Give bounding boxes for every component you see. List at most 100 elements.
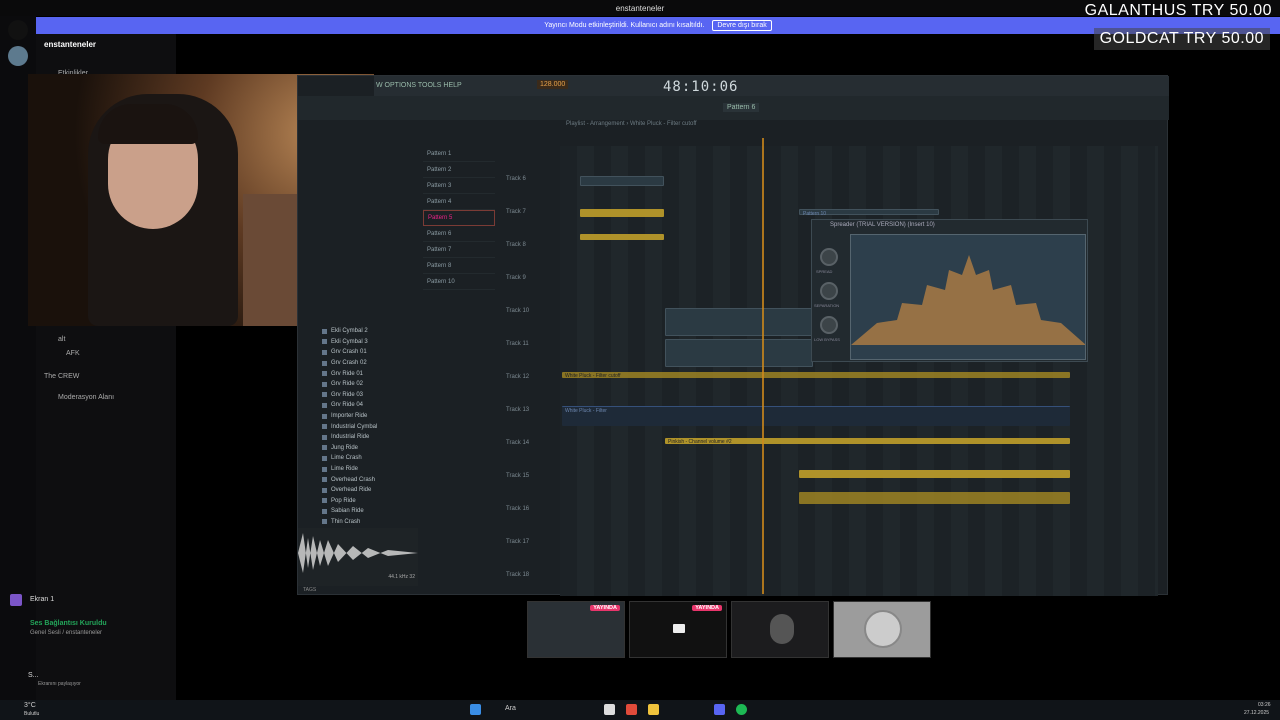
pattern-clip[interactable] bbox=[580, 176, 664, 186]
voice-user-1[interactable]: alt bbox=[58, 336, 65, 343]
server-icon[interactable] bbox=[8, 46, 28, 66]
clock-time[interactable]: 03:26 bbox=[1258, 702, 1271, 708]
clock-date[interactable]: 27.12.2025 bbox=[1244, 710, 1269, 716]
pattern-item[interactable]: Pattern 7 bbox=[423, 242, 495, 258]
track-label[interactable]: Track 12 bbox=[506, 374, 529, 380]
browser-item[interactable]: Ekli Cymbal 3 bbox=[322, 337, 412, 348]
channel-moderation[interactable]: Moderasyon Alanı bbox=[58, 394, 114, 401]
channel-group[interactable]: The CREW bbox=[44, 373, 79, 380]
wave-footer: 44.1 kHz 32 bbox=[388, 574, 415, 580]
pattern-item[interactable]: Pattern 4 bbox=[423, 194, 495, 210]
pattern-item[interactable]: Pattern 5 bbox=[423, 210, 495, 226]
browser-item[interactable]: Overhead Crash bbox=[322, 474, 412, 485]
track-label[interactable]: Track 10 bbox=[506, 308, 529, 314]
separation-knob[interactable] bbox=[820, 282, 838, 300]
donation-overlay-2: GOLDCAT TRY 50.00 bbox=[1093, 28, 1270, 50]
pattern-list: Pattern 1 Pattern 2 Pattern 3 Pattern 4 … bbox=[423, 146, 495, 290]
browser-item[interactable]: Sabian Ride bbox=[322, 506, 412, 517]
windows-start-icon[interactable] bbox=[470, 704, 481, 715]
pattern-clip[interactable] bbox=[665, 339, 813, 367]
spotify-icon[interactable] bbox=[736, 704, 747, 715]
screen-preview[interactable]: YAYINDA bbox=[629, 601, 727, 658]
playhead[interactable] bbox=[762, 138, 764, 594]
track-label[interactable]: Track 11 bbox=[506, 341, 529, 347]
pattern-item[interactable]: Pattern 10 bbox=[423, 274, 495, 290]
pattern-item[interactable]: Pattern 1 bbox=[423, 146, 495, 162]
automation-clip[interactable]: White Pluck - Filter bbox=[562, 406, 1070, 426]
tempo-display[interactable]: 128.000 bbox=[537, 80, 569, 89]
avatar bbox=[770, 614, 794, 644]
pattern-clip[interactable]: Pattern 10 bbox=[799, 209, 939, 217]
screen-label[interactable]: Ekran 1 bbox=[30, 596, 54, 603]
participant-tile[interactable] bbox=[833, 601, 931, 658]
track-label[interactable]: Track 15 bbox=[506, 473, 529, 479]
user-name[interactable]: S... bbox=[28, 672, 39, 679]
folder-icon[interactable] bbox=[648, 704, 659, 715]
waveform-shape bbox=[298, 533, 418, 573]
plugin-title: Spreader (TRIAL VERSION) (Insert 10) bbox=[830, 222, 935, 228]
pattern-clip[interactable] bbox=[799, 492, 1070, 504]
participant-tile[interactable] bbox=[731, 601, 829, 658]
browser-item[interactable]: Grv Ride 01 bbox=[322, 368, 412, 379]
browser-item[interactable]: Grv Ride 03 bbox=[322, 390, 412, 401]
daw-menu[interactable]: W OPTIONS TOOLS HELP bbox=[376, 82, 462, 89]
browser-item[interactable]: Overhead Ride bbox=[322, 485, 412, 496]
browser-item[interactable]: Lime Ride bbox=[322, 464, 412, 475]
discord-icon[interactable] bbox=[714, 704, 725, 715]
voice-channel[interactable]: Genel Sesli / enstanteneler bbox=[30, 630, 102, 636]
automation-clip[interactable]: Pinkish - Channel volume #2 bbox=[665, 438, 1070, 445]
browser-item[interactable]: Industrial Ride bbox=[322, 432, 412, 443]
track-label[interactable]: Track 16 bbox=[506, 506, 529, 512]
browser-item[interactable]: Importer Ride bbox=[322, 411, 412, 422]
track-label[interactable]: Track 14 bbox=[506, 440, 529, 446]
pattern-item[interactable]: Pattern 3 bbox=[423, 178, 495, 194]
taskbar-search[interactable]: Ara bbox=[505, 705, 516, 712]
browser-item[interactable]: Lime Crash bbox=[322, 453, 412, 464]
brave-icon[interactable] bbox=[626, 704, 637, 715]
time-display: 48:10:06 bbox=[663, 79, 739, 95]
voice-user-2[interactable]: AFK bbox=[66, 350, 80, 357]
screen-preview[interactable]: YAYINDA bbox=[527, 601, 625, 658]
browser-item[interactable]: Grv Crash 01 bbox=[322, 347, 412, 358]
automation-clip[interactable]: White Pluck - Filter cutoff bbox=[562, 372, 1070, 379]
browser-item[interactable]: Grv Ride 04 bbox=[322, 400, 412, 411]
pattern-item[interactable]: Pattern 2 bbox=[423, 162, 495, 178]
weather-temp[interactable]: 3°C bbox=[24, 702, 36, 709]
track-label[interactable]: Track 9 bbox=[506, 275, 526, 281]
browser-item[interactable]: Thin Crash bbox=[322, 517, 412, 528]
pattern-clip[interactable] bbox=[799, 470, 1070, 478]
server-name[interactable]: enstanteneler bbox=[44, 40, 96, 49]
browser-item[interactable]: Pop Ride bbox=[322, 496, 412, 507]
pattern-item[interactable]: Pattern 6 bbox=[423, 226, 495, 242]
track-label[interactable]: Track 13 bbox=[506, 407, 529, 413]
pattern-clip[interactable] bbox=[580, 234, 664, 240]
spread-knob[interactable] bbox=[820, 248, 838, 266]
track-label[interactable]: Track 7 bbox=[506, 209, 526, 215]
low-bypass-knob[interactable] bbox=[820, 316, 838, 334]
browser-item[interactable]: Jung Ride bbox=[322, 443, 412, 454]
browser-item[interactable]: Grv Ride 02 bbox=[322, 379, 412, 390]
waveform-preview: 44.1 kHz 32 bbox=[298, 528, 418, 586]
pattern-clip[interactable] bbox=[665, 308, 813, 336]
donation-overlay-1: GALANTHUS TRY 50.00 bbox=[1084, 2, 1272, 19]
track-label[interactable]: Track 6 bbox=[506, 176, 526, 182]
discord-home-icon[interactable] bbox=[8, 20, 28, 40]
live-badge: YAYINDA bbox=[692, 605, 722, 611]
browser-item[interactable]: Industrial Cymbal bbox=[322, 421, 412, 432]
browser-item[interactable]: Grv Crash 02 bbox=[322, 358, 412, 369]
spreader-plugin[interactable]: Spreader (TRIAL VERSION) (Insert 10) SPR… bbox=[811, 219, 1088, 362]
taskview-icon[interactable] bbox=[604, 704, 615, 715]
track-label[interactable]: Track 17 bbox=[506, 539, 529, 545]
pattern-selector[interactable]: Pattern 6 bbox=[723, 103, 760, 112]
daw-toolbar: W OPTIONS TOOLS HELP 128.000 bbox=[374, 76, 1169, 96]
track-label[interactable]: Track 18 bbox=[506, 572, 529, 578]
browser-item[interactable]: Ekli Cymbal 2 bbox=[322, 326, 412, 337]
pattern-item[interactable]: Pattern 8 bbox=[423, 258, 495, 274]
disable-button[interactable]: Devre dışı bırak bbox=[712, 20, 772, 31]
clip-label: Pattern 10 bbox=[803, 211, 827, 217]
fl-studio-window: W OPTIONS TOOLS HELP 128.000 48:10:06 Pa… bbox=[297, 75, 1169, 596]
pattern-clip[interactable] bbox=[580, 209, 664, 217]
playlist-title: Playlist - Arrangement › White Pluck - F… bbox=[566, 121, 697, 127]
hair-shape bbox=[98, 104, 198, 144]
track-label[interactable]: Track 8 bbox=[506, 242, 526, 248]
